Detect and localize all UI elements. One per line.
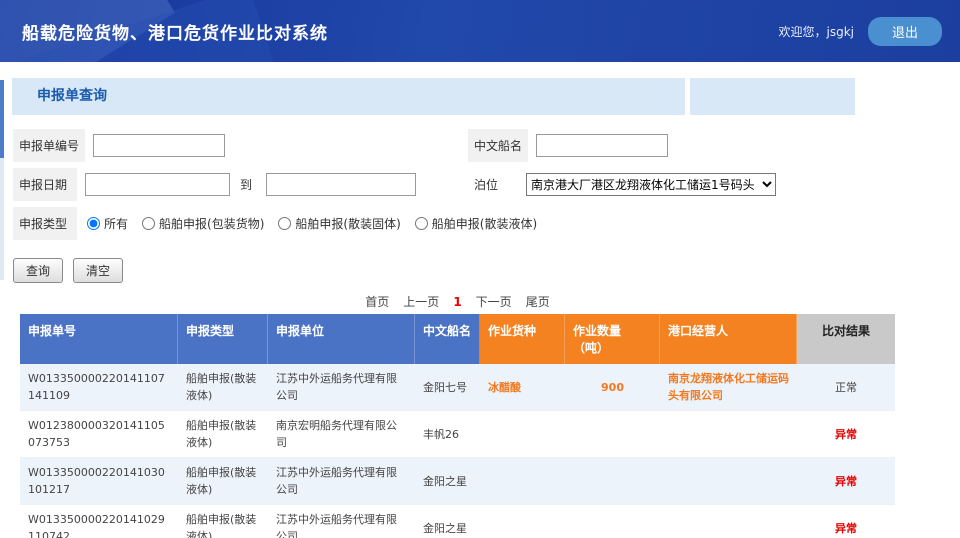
radio-packaged-label: 船舶申报(包装货物) <box>159 215 264 232</box>
table-row: W013350000220141029110742 船舶申报(散装液体) 江苏中… <box>20 505 895 538</box>
cell-declaration-unit: 江苏中外运船务代理有限公司 <box>268 505 415 538</box>
cell-quantity <box>565 505 660 538</box>
col-header-quantity: 作业数量（吨） <box>565 314 660 364</box>
pagination-next[interactable]: 下一页 <box>476 295 512 309</box>
table-row: W012380000320141105073753 船舶申报(散装液体) 南京宏… <box>20 411 895 458</box>
tab-bar: 申报单查询 <box>0 78 960 115</box>
ship-name-input[interactable] <box>536 134 668 157</box>
berth-label: 泊位 <box>468 168 518 201</box>
results-table: 申报单号 申报类型 申报单位 中文船名 作业货种 作业数量（吨） 港口经营人 比… <box>20 314 895 538</box>
app-title: 船载危险货物、港口危货作业比对系统 <box>0 19 328 44</box>
cell-port-operator <box>660 505 797 538</box>
welcome-text: 欢迎您，jsgkj <box>778 23 854 40</box>
berth-select[interactable]: 南京港大厂港区龙翔液体化工储运1号码头 <box>526 173 776 196</box>
table-row: W013350000220141107141109 船舶申报(散装液体) 江苏中… <box>20 364 895 411</box>
radio-all-label: 所有 <box>104 215 128 232</box>
radio-bulk-liquid-label: 船舶申报(散装液体) <box>432 215 537 232</box>
col-header-ship-name: 中文船名 <box>415 314 480 364</box>
cell-port-operator <box>660 411 797 457</box>
pagination-current-page: 1 <box>453 295 461 309</box>
cell-result: 异常 <box>797 458 895 504</box>
cell-port-operator: 南京龙翔液体化工储运码头有限公司 <box>660 364 797 410</box>
cell-declaration-type: 船舶申报(散装液体) <box>178 411 268 457</box>
cell-declaration-type: 船舶申报(散装液体) <box>178 458 268 504</box>
left-edge-strip <box>0 80 4 158</box>
declaration-type-radios: 所有 船舶申报(包装货物) 船舶申报(散装固体) 船舶申报(散装液体) <box>87 215 537 232</box>
cell-ship-name: 金阳之星 <box>415 458 480 504</box>
cell-cargo <box>480 458 565 504</box>
radio-bulk-solid-label: 船舶申报(散装固体) <box>295 215 400 232</box>
logout-button[interactable]: 退出 <box>868 17 942 46</box>
form-row-2: 申报日期 到 泊位 南京港大厂港区龙翔液体化工储运1号码头 <box>13 168 960 201</box>
date-from-input[interactable] <box>85 173 230 196</box>
query-form: 申报单编号 中文船名 申报日期 到 泊位 南京港大厂港区龙翔液体化工储运1号码头… <box>0 115 960 240</box>
date-to-text: 到 <box>240 176 252 193</box>
cell-cargo <box>480 505 565 538</box>
clear-button[interactable]: 清空 <box>73 258 123 283</box>
date-label: 申报日期 <box>13 168 77 201</box>
cell-declaration-no: W013350000220141030101217 <box>20 458 178 504</box>
radio-option-all[interactable]: 所有 <box>87 215 128 232</box>
cell-result: 正常 <box>797 364 895 410</box>
cell-cargo <box>480 411 565 457</box>
pagination: 首页上一页 1 下一页尾页 <box>20 293 895 310</box>
pagination-last[interactable]: 尾页 <box>526 295 550 309</box>
radio-option-bulk-liquid[interactable]: 船舶申报(散装液体) <box>415 215 537 232</box>
tab-declaration-query[interactable]: 申报单查询 <box>12 78 685 115</box>
query-button[interactable]: 查询 <box>13 258 63 283</box>
cell-quantity <box>565 411 660 457</box>
pagination-first[interactable]: 首页 <box>365 295 389 309</box>
cell-quantity: 900 <box>565 364 660 410</box>
cell-port-operator <box>660 458 797 504</box>
radio-bulk-liquid-input[interactable] <box>415 217 428 230</box>
declaration-no-label: 申报单编号 <box>13 129 85 162</box>
col-header-declaration-no: 申报单号 <box>20 314 178 364</box>
form-buttons: 查询 清空 <box>0 246 960 283</box>
header-user-area: 欢迎您，jsgkj 退出 <box>778 0 942 62</box>
cell-ship-name: 金阳七号 <box>415 364 480 410</box>
cell-declaration-type: 船舶申报(散装液体) <box>178 364 268 410</box>
cell-declaration-type: 船舶申报(散装液体) <box>178 505 268 538</box>
col-header-cargo: 作业货种 <box>480 314 565 364</box>
declaration-no-input[interactable] <box>93 134 225 157</box>
cell-cargo: 冰醋酸 <box>480 364 565 410</box>
form-row-3: 申报类型 所有 船舶申报(包装货物) 船舶申报(散装固体) 船舶申报(散装液体) <box>13 207 960 240</box>
cell-declaration-no: W013350000220141029110742 <box>20 505 178 538</box>
table-row: W013350000220141030101217 船舶申报(散装液体) 江苏中… <box>20 458 895 505</box>
form-row-1: 申报单编号 中文船名 <box>13 129 960 162</box>
pagination-prev[interactable]: 上一页 <box>403 295 439 309</box>
cell-ship-name: 金阳之星 <box>415 505 480 538</box>
cell-quantity <box>565 458 660 504</box>
declaration-type-label: 申报类型 <box>13 207 77 240</box>
cell-declaration-unit: 江苏中外运船务代理有限公司 <box>268 364 415 410</box>
tab-bar-spacer <box>690 78 855 115</box>
col-header-declaration-unit: 申报单位 <box>268 314 415 364</box>
cell-ship-name: 丰帆26 <box>415 411 480 457</box>
cell-declaration-unit: 江苏中外运船务代理有限公司 <box>268 458 415 504</box>
cell-declaration-no: W012380000320141105073753 <box>20 411 178 457</box>
ship-name-label: 中文船名 <box>468 129 528 162</box>
left-edge-strip-light <box>0 158 4 280</box>
cell-declaration-unit: 南京宏明船务代理有限公司 <box>268 411 415 457</box>
col-header-result: 比对结果 <box>797 314 895 364</box>
radio-packaged-input[interactable] <box>142 217 155 230</box>
radio-all-input[interactable] <box>87 217 100 230</box>
col-header-port-operator: 港口经营人 <box>660 314 797 364</box>
radio-option-bulk-solid[interactable]: 船舶申报(散装固体) <box>278 215 400 232</box>
cell-result: 异常 <box>797 505 895 538</box>
app-header: 船载危险货物、港口危货作业比对系统 欢迎您，jsgkj 退出 <box>0 0 960 62</box>
radio-bulk-solid-input[interactable] <box>278 217 291 230</box>
cell-result: 异常 <box>797 411 895 457</box>
radio-option-packaged[interactable]: 船舶申报(包装货物) <box>142 215 264 232</box>
col-header-declaration-type: 申报类型 <box>178 314 268 364</box>
table-header-row: 申报单号 申报类型 申报单位 中文船名 作业货种 作业数量（吨） 港口经营人 比… <box>20 314 895 364</box>
cell-declaration-no: W013350000220141107141109 <box>20 364 178 410</box>
date-to-input[interactable] <box>266 173 416 196</box>
